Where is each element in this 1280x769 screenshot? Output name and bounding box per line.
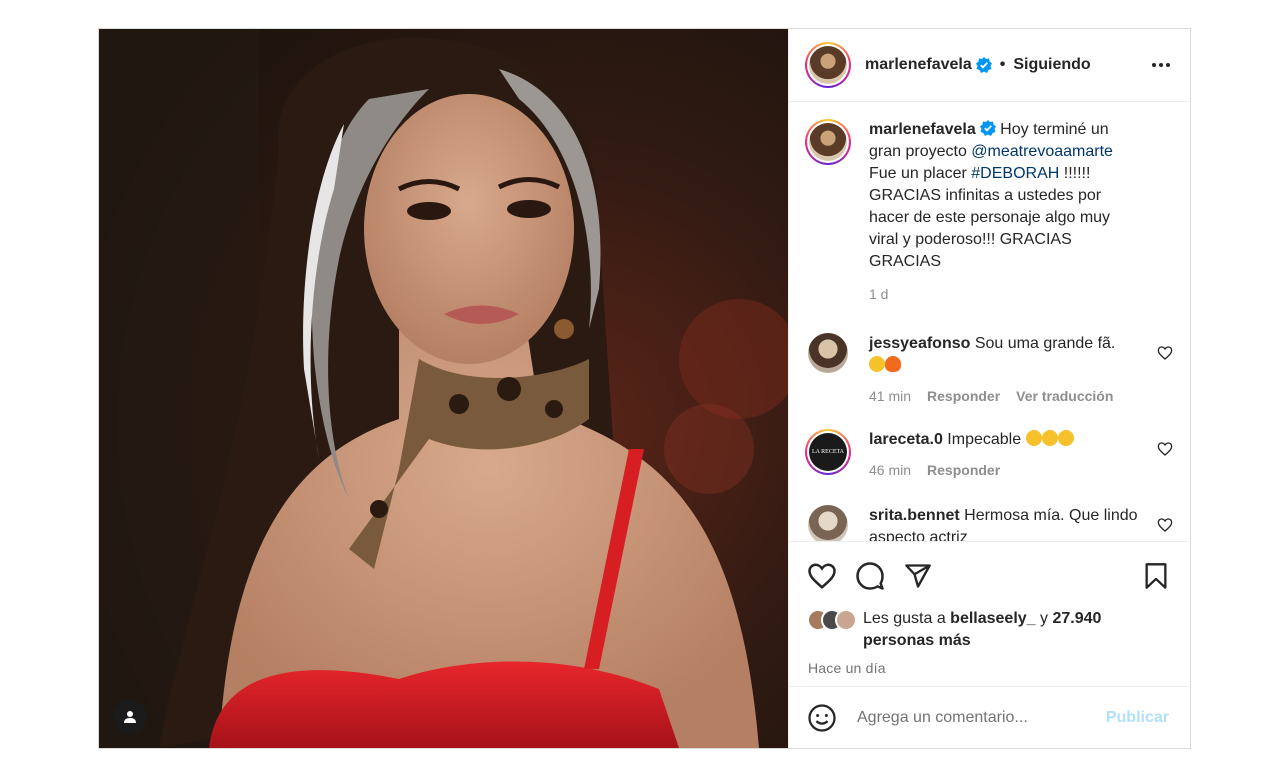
add-comment-bar: Agrega un comentario... Publicar <box>789 686 1189 748</box>
comment-icon <box>856 562 884 590</box>
more-icon <box>1152 63 1156 67</box>
comment-avatar[interactable] <box>808 333 848 373</box>
comment-item: LA RECETA lareceta.0 Impecable 46 min Re… <box>805 429 1173 481</box>
comment-like-icon[interactable] <box>1157 441 1173 457</box>
comment-avatar[interactable]: LA RECETA <box>805 429 851 475</box>
post-image[interactable] <box>99 29 788 748</box>
share-button[interactable] <box>901 559 935 593</box>
comments-list[interactable]: marlenefavela Hoy terminé un gran proyec… <box>789 103 1189 541</box>
kiss-emoji-icon <box>869 356 885 372</box>
caption: marlenefavela Hoy terminé un gran proyec… <box>805 119 1173 305</box>
caption-username[interactable]: marlenefavela <box>869 121 976 138</box>
comment-time[interactable]: 41 min <box>869 385 911 407</box>
caption-time[interactable]: 1 d <box>869 283 888 305</box>
comment-username[interactable]: lareceta.0 <box>869 431 943 448</box>
following-button[interactable]: Siguiendo <box>1013 56 1090 74</box>
verified-icon <box>975 57 992 73</box>
comment-button[interactable] <box>853 559 887 593</box>
post-photo <box>99 29 788 748</box>
liker-username[interactable]: bellaseely_ <box>950 610 1035 627</box>
likes-summary: Les gusta a bellaseely_ y 27.940 persona… <box>789 596 1189 652</box>
comment-like-icon[interactable] <box>1157 517 1173 533</box>
translate-button[interactable]: Ver traducción <box>1016 385 1113 407</box>
header-separator: • <box>999 56 1006 73</box>
post-actions: Les gusta a bellaseely_ y 27.940 persona… <box>789 541 1189 686</box>
user-tag-icon <box>124 711 136 723</box>
reply-button[interactable]: Responder <box>927 459 1000 481</box>
comment-avatar[interactable] <box>808 505 848 541</box>
author-avatar[interactable] <box>805 42 851 88</box>
like-button[interactable] <box>805 559 839 593</box>
comment-item: jessyeafonso Sou uma grande fã. 41 min R… <box>805 333 1173 407</box>
comment-time[interactable]: 46 min <box>869 459 911 481</box>
comment-username[interactable]: srita.bennet <box>869 507 960 524</box>
post-timestamp[interactable]: Hace un día <box>789 652 1189 676</box>
post-sidebar: marlenefavela • Siguiendo marlenefavela … <box>788 29 1190 748</box>
share-icon <box>905 564 931 588</box>
save-button[interactable] <box>1139 559 1173 593</box>
author-username[interactable]: marlenefavela <box>865 56 972 74</box>
caption-hashtag[interactable]: #DEBORAH <box>971 165 1059 182</box>
post-dialog: marlenefavela • Siguiendo marlenefavela … <box>98 28 1191 749</box>
clap-emoji-icon <box>1025 430 1042 446</box>
comment-username[interactable]: jessyeafonso <box>869 335 970 352</box>
publish-button[interactable]: Publicar <box>1106 709 1169 727</box>
heart-icon <box>808 563 836 589</box>
post-header: marlenefavela • Siguiendo <box>789 29 1190 102</box>
comment-like-icon[interactable] <box>1157 345 1173 361</box>
avatar-logo-text: LA RECETA <box>809 433 847 471</box>
user-tag-button[interactable] <box>113 700 147 734</box>
verified-icon <box>979 120 996 136</box>
caption-avatar[interactable] <box>805 119 851 165</box>
caption-mention[interactable]: @meatrevoaamarte <box>971 143 1113 160</box>
emoji-icon[interactable] <box>807 703 837 733</box>
comment-text: Impecable <box>942 431 1026 448</box>
bookmark-icon <box>1145 563 1167 589</box>
fire-emoji-icon <box>885 356 901 372</box>
comment-item: srita.bennet Hermosa mía. Que lindo aspe… <box>805 505 1173 541</box>
reply-button[interactable]: Responder <box>927 385 1000 407</box>
comment-input[interactable]: Agrega un comentario... <box>857 709 1028 727</box>
liker-avatars <box>807 609 857 652</box>
comment-text: Sou uma grande fã. <box>970 335 1116 352</box>
more-options-button[interactable] <box>1146 57 1176 73</box>
